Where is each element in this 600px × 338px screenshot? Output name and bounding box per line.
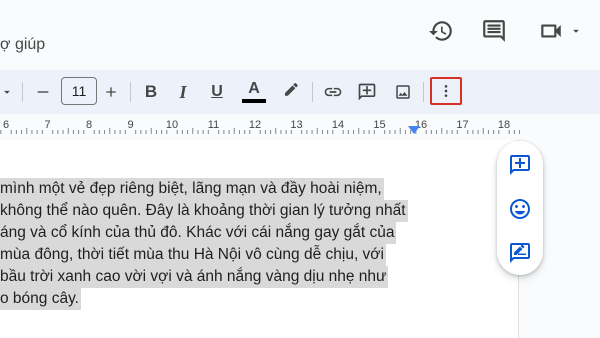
text-color-letter: A xyxy=(248,80,260,97)
right-indent-marker-icon[interactable] xyxy=(408,126,420,134)
text-color-swatch xyxy=(242,99,266,103)
version-history-icon[interactable] xyxy=(426,16,456,46)
document-text-line[interactable]: không thể nào quên. Đây là khoảng thời g… xyxy=(0,200,408,222)
suggest-edits-icon[interactable] xyxy=(505,238,535,268)
document-text-line[interactable]: mình một vẻ đẹp riêng biệt, lãng mạn và … xyxy=(0,178,384,200)
more-vert-icon xyxy=(444,85,448,97)
insert-link-icon[interactable] xyxy=(320,78,346,106)
insert-image-icon[interactable] xyxy=(390,78,416,106)
underline-button[interactable]: U xyxy=(206,78,228,106)
comments-icon[interactable] xyxy=(479,16,509,46)
emoji-reaction-icon[interactable] xyxy=(505,194,535,224)
toolbar-divider xyxy=(130,82,131,102)
bold-button[interactable]: B xyxy=(140,78,162,106)
highlight-color-icon[interactable] xyxy=(280,78,302,106)
ruler-number: 9 xyxy=(127,119,134,131)
ruler-number: 13 xyxy=(290,119,303,131)
add-comment-icon[interactable] xyxy=(505,150,535,180)
floating-actions-panel xyxy=(497,141,543,275)
ruler-number: 15 xyxy=(373,119,386,131)
menu-help[interactable]: ợ giúp xyxy=(0,36,45,54)
toolbar-divider xyxy=(22,82,23,102)
ruler-number: 17 xyxy=(456,119,469,131)
ruler-number: 14 xyxy=(331,119,345,131)
document-text-line[interactable]: mùa đông, thời tiết mùa thu Hà Nội vô cù… xyxy=(0,244,386,266)
ruler-number: 18 xyxy=(497,119,511,131)
meet-video-icon[interactable] xyxy=(536,16,566,46)
ruler-number: 6 xyxy=(2,119,10,131)
document-page[interactable]: mình một vẻ đẹp riêng biệt, lãng mạn và … xyxy=(0,140,519,338)
insert-comment-icon[interactable] xyxy=(354,78,380,106)
ruler-number: 12 xyxy=(248,119,262,131)
horizontal-ruler[interactable]: 6 7 8 9 10 11 12 13 14 15 16 17 18 xyxy=(0,114,520,136)
header-bar: ợ giúp xyxy=(0,0,600,70)
text-color-button[interactable]: A xyxy=(240,78,268,106)
toolbar-divider xyxy=(423,82,424,102)
decrease-font-size-button[interactable] xyxy=(32,78,54,106)
document-text-line[interactable]: áng và cổ kính của thủ đô. Khác với cái … xyxy=(0,222,397,244)
dropdown-arrow-icon[interactable] xyxy=(566,16,586,46)
italic-button[interactable]: I xyxy=(172,78,194,106)
document-text-line[interactable]: o bóng cây. xyxy=(0,288,81,310)
style-dropdown-arrow-icon[interactable] xyxy=(0,78,14,106)
ruler-number: 11 xyxy=(207,119,220,131)
toolbar-divider xyxy=(312,82,313,102)
document-text-line[interactable]: bầu trời xanh cao vời vợi và ánh nắng và… xyxy=(0,266,389,288)
font-size-input[interactable]: 11 xyxy=(61,77,97,105)
ruler-number: 7 xyxy=(44,119,51,131)
more-options-button[interactable] xyxy=(430,77,462,105)
ruler-number: 8 xyxy=(85,119,93,131)
formatting-toolbar: 11 B I U A xyxy=(0,70,600,114)
ruler-number: 10 xyxy=(165,119,179,131)
increase-font-size-button[interactable] xyxy=(100,78,122,106)
